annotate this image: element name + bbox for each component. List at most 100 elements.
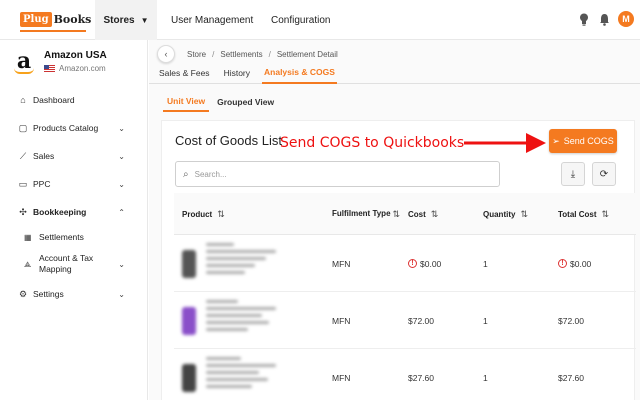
annotation-arrow-icon <box>464 133 546 153</box>
logo-books: Books <box>53 12 92 26</box>
bell-icon[interactable] <box>598 12 610 26</box>
column-header-label: Product <box>182 209 213 219</box>
sidebar-subitem-settlements[interactable]: ▦ Settlements <box>0 226 147 248</box>
product-name-blurred <box>206 357 276 399</box>
sidebar: a Amazon USA Amazon.com ⌂ Dashboard ▢ Pr… <box>0 40 148 400</box>
column-header-label: Cost <box>408 209 426 219</box>
tab-analysis-cogs[interactable]: Analysis & COGS <box>262 62 337 84</box>
chevron-down-icon: ▼ <box>140 15 149 25</box>
sidebar-item-sales[interactable]: ⟋ Sales ⌄ <box>0 142 147 170</box>
sidebar-subitem-account-tax-mapping[interactable]: ⟁ Account & Tax Mapping ⌄ <box>0 248 147 280</box>
product-thumbnail <box>182 250 196 278</box>
column-header-quantity[interactable]: Quantity ⇅ <box>483 193 528 235</box>
sort-icon[interactable]: ⇅ <box>602 209 610 220</box>
chevron-down-icon: ⌄ <box>118 179 125 189</box>
column-header-total-cost[interactable]: Total Cost ⇅ <box>558 193 609 235</box>
cost-value: $0.00 <box>420 258 442 269</box>
tab-grouped-view[interactable]: Grouped View <box>213 92 278 112</box>
cell-fulfilment: MFN <box>332 315 351 326</box>
back-button[interactable]: ‹ <box>157 45 175 63</box>
logo-underline <box>20 30 86 32</box>
refresh-button[interactable]: ⟳ <box>592 162 616 186</box>
cell-cost: $27.60 <box>408 372 434 383</box>
sidebar-item-dashboard[interactable]: ⌂ Dashboard <box>0 86 147 114</box>
column-header-label: Total Cost <box>558 209 597 219</box>
nav-stores-label: Stores <box>103 14 135 26</box>
column-header-fulfilment-type[interactable]: Fulfilment Type ⇅ <box>332 193 402 235</box>
sidebar-item-label: Dashboard <box>33 95 75 105</box>
product-thumbnail <box>182 364 196 392</box>
main-content: ‹ Store / Settlements / Settlement Detai… <box>149 40 640 400</box>
detail-tabs: Sales & Fees History Analysis & COGS <box>149 62 640 84</box>
warning-icon: ! <box>408 259 417 268</box>
breadcrumb-item[interactable]: Store <box>187 50 206 59</box>
cell-cost: $72.00 <box>408 315 434 326</box>
chart-icon: ⟋ <box>19 150 27 161</box>
table-header: Product ⇅ Fulfilment Type ⇅ Cost ⇅ Quantity… <box>174 193 636 235</box>
plugbooks-logo[interactable]: Plug Books <box>20 10 92 32</box>
cogs-table: Product ⇅ Fulfilment Type ⇅ Cost ⇅ Quantity… <box>174 193 636 400</box>
cell-fulfilment: MFN <box>332 372 351 383</box>
tab-history[interactable]: History <box>222 62 252 84</box>
product-thumbnail <box>182 307 196 335</box>
table-row[interactable]: MFN $72.00 1 $72.00 <box>174 292 636 349</box>
total-cost-value: $0.00 <box>570 258 592 269</box>
send-icon: ➢ <box>552 135 560 146</box>
logo-plug: Plug <box>20 11 52 27</box>
tab-unit-view[interactable]: Unit View <box>163 92 210 112</box>
nav-user-management[interactable]: User Management <box>171 0 253 40</box>
book-icon: ✣ <box>19 206 27 217</box>
send-cogs-button[interactable]: ➢ Send COGS <box>549 129 617 153</box>
nav-stores[interactable]: Stores ▼ <box>95 0 157 40</box>
breadcrumb-separator: / <box>212 49 215 59</box>
search-icon: ⌕ <box>183 168 189 180</box>
breadcrumb-item[interactable]: Settlements <box>220 50 262 59</box>
warning-icon: ! <box>558 259 567 268</box>
column-header-label: Quantity <box>483 209 516 219</box>
sort-icon[interactable]: ⇅ <box>393 208 401 220</box>
settlement-icon: ▦ <box>24 232 32 242</box>
cell-quantity: 1 <box>483 258 488 269</box>
sort-icon[interactable]: ⇅ <box>520 209 528 220</box>
ppc-icon: ▭ <box>18 178 28 189</box>
cell-quantity: 1 <box>483 372 488 383</box>
sidebar-item-label: Bookkeeping <box>33 207 87 217</box>
sidebar-menu: ⌂ Dashboard ▢ Products Catalog ⌄ ⟋ Sales… <box>0 86 147 308</box>
amazon-logo-icon: a <box>10 50 38 78</box>
column-header-product[interactable]: Product ⇅ <box>182 193 225 235</box>
sort-icon[interactable]: ⇅ <box>431 209 439 220</box>
cell-total-cost: $27.60 <box>558 372 584 383</box>
sidebar-subitem-label: Account & Tax Mapping <box>39 253 94 274</box>
download-button[interactable]: ⤓ <box>561 162 585 186</box>
chevron-down-icon: ⌄ <box>118 289 125 299</box>
send-cogs-label: Send COGS <box>563 136 614 146</box>
lightbulb-icon[interactable] <box>578 12 590 26</box>
store-selector[interactable]: a Amazon USA Amazon.com <box>10 50 107 78</box>
search-placeholder: Search... <box>194 169 227 179</box>
product-name-blurred <box>206 300 276 342</box>
chevron-down-icon: ⌄ <box>118 259 125 269</box>
store-domain: Amazon.com <box>59 64 106 73</box>
refresh-icon: ⟳ <box>599 168 609 180</box>
column-header-cost[interactable]: Cost ⇅ <box>408 193 438 235</box>
view-tabs: Unit View Grouped View <box>163 92 282 112</box>
sidebar-item-ppc[interactable]: ▭ PPC ⌄ <box>0 170 147 198</box>
sidebar-item-label: Sales <box>33 151 55 161</box>
breadcrumb-item-current: Settlement Detail <box>276 49 338 59</box>
box-icon: ▢ <box>18 122 28 133</box>
tab-sales-fees[interactable]: Sales & Fees <box>157 62 212 84</box>
search-input[interactable]: ⌕ Search... <box>175 161 500 187</box>
cell-fulfilment: MFN <box>332 258 351 269</box>
sidebar-item-bookkeeping[interactable]: ✣ Bookkeeping ⌃ <box>0 198 147 226</box>
top-bar: Plug Books Stores ▼ User Management Conf… <box>0 0 640 40</box>
us-flag-icon <box>44 65 55 72</box>
avatar[interactable]: M <box>618 11 634 27</box>
table-row[interactable]: MFN ! $0.00 1 ! $0.00 <box>174 235 636 292</box>
sidebar-item-products-catalog[interactable]: ▢ Products Catalog ⌄ <box>0 114 147 142</box>
sidebar-item-settings[interactable]: ⚙ Settings ⌄ <box>0 280 147 308</box>
table-row[interactable]: MFN $27.60 1 $27.60 <box>174 349 636 400</box>
sidebar-item-label: PPC <box>33 179 51 189</box>
nav-configuration[interactable]: Configuration <box>271 0 330 40</box>
sort-icon[interactable]: ⇅ <box>217 209 225 220</box>
product-name-blurred <box>206 243 276 285</box>
